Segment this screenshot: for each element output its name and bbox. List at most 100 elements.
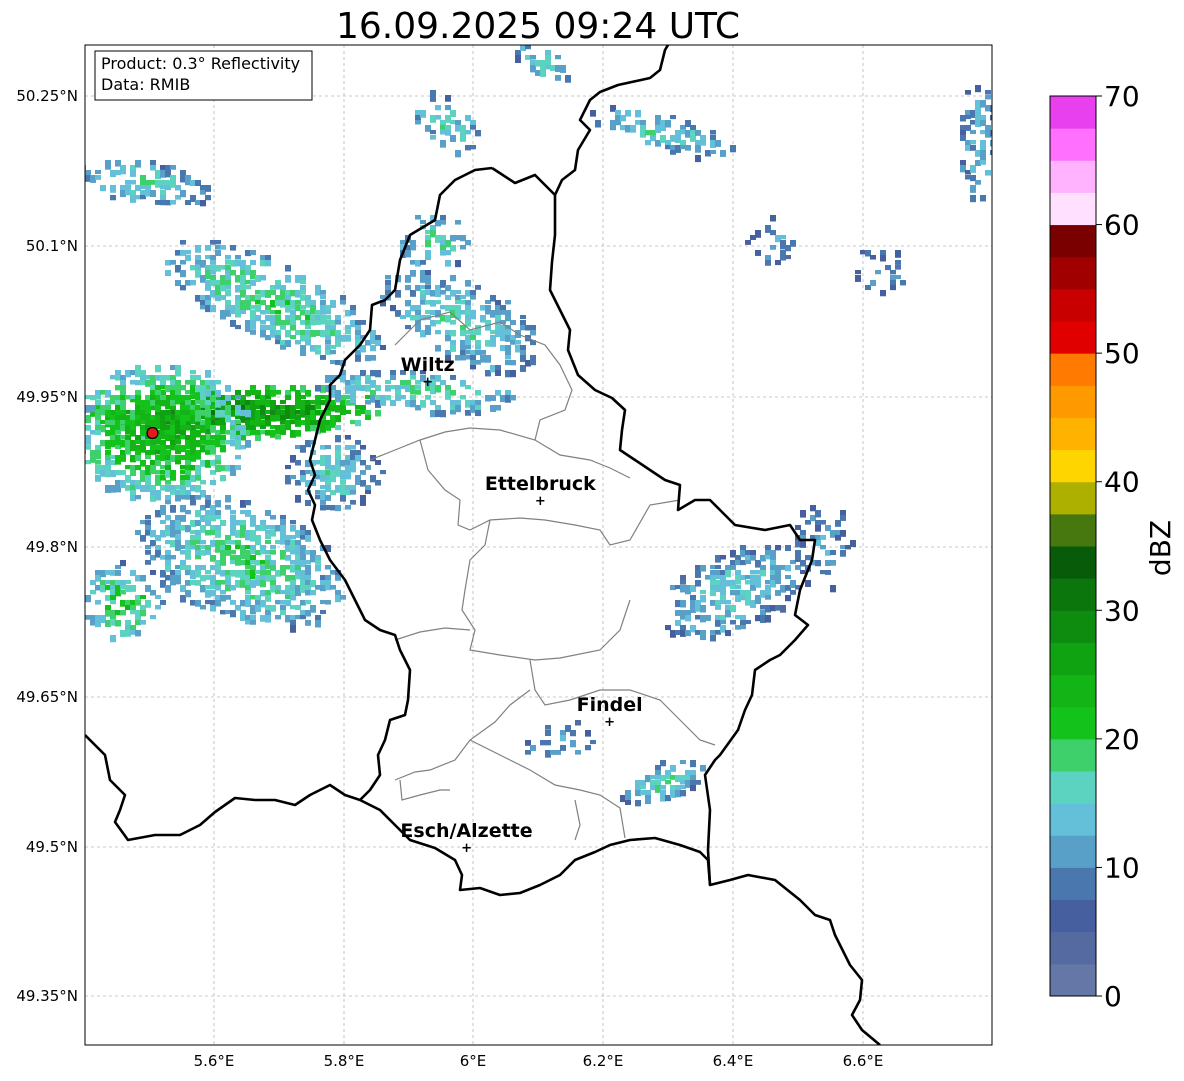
echo-cell [270, 515, 276, 520]
echo-cell [290, 325, 296, 331]
echo-cell [150, 615, 156, 620]
city-marker: + [461, 841, 472, 856]
echo-cell [445, 385, 451, 391]
echo-cell [190, 500, 196, 506]
echo-cell [275, 310, 281, 315]
colorbar-segment [1050, 128, 1096, 161]
echo-cell [360, 445, 366, 450]
colorbar-segment [1050, 224, 1096, 258]
colorbar-segment [1050, 642, 1096, 676]
echo-cell [85, 435, 91, 441]
echo-cell [230, 270, 236, 276]
echo-cell [305, 600, 311, 605]
echo-cell [475, 285, 481, 290]
echo-cell [195, 455, 201, 460]
echo-cell [415, 390, 421, 395]
echo-cell [290, 625, 296, 633]
echo-cell [375, 480, 381, 486]
echo-cell [315, 385, 321, 392]
echo-cell [180, 170, 186, 176]
echo-cell [200, 540, 206, 545]
echo-cell [305, 535, 311, 542]
echo-cell [165, 465, 171, 471]
echo-cell [625, 800, 631, 805]
echo-cell [345, 435, 351, 440]
radar-site-marker [146, 426, 159, 440]
echo-cell [405, 285, 411, 291]
echo-cell [95, 455, 101, 460]
echo-cell [240, 310, 246, 315]
echo-cell [225, 595, 231, 600]
echo-cell [895, 260, 901, 265]
echo-cell [360, 320, 366, 325]
echo-cell [265, 260, 271, 267]
echo-cell [205, 185, 211, 192]
echo-cell [470, 145, 476, 150]
echo-cell [110, 185, 116, 193]
echo-cell [365, 415, 371, 421]
echo-cell [380, 400, 386, 406]
echo-cell [425, 255, 431, 261]
echo-cell [315, 620, 321, 628]
y-tick-label: 50.25°N [16, 87, 78, 105]
y-tick-label: 49.5°N [26, 838, 78, 856]
echo-cell [225, 290, 231, 297]
echo-cell [365, 485, 371, 491]
echo-cell [315, 560, 321, 565]
echo-cell [640, 120, 646, 126]
echo-cell [465, 280, 471, 287]
echo-cell [215, 460, 221, 465]
echo-cell [225, 255, 231, 260]
echo-cell [770, 245, 776, 250]
echo-cell [375, 385, 381, 392]
echo-cell [725, 600, 731, 605]
echo-cell [770, 230, 776, 236]
echo-cell [780, 605, 786, 613]
echo-cell [820, 520, 826, 525]
echo-cell [475, 390, 481, 396]
echo-cell [160, 520, 166, 525]
echo-cell [205, 300, 211, 306]
echo-cell [455, 290, 461, 295]
echo-cell [230, 245, 236, 251]
echo-cell [680, 760, 686, 765]
echo-cell [150, 190, 156, 198]
echo-cell [990, 150, 992, 156]
echo-cell [485, 355, 491, 363]
echo-cell [85, 445, 91, 450]
echo-cell [260, 300, 266, 306]
echo-cell [225, 385, 231, 392]
echo-cell [450, 345, 456, 352]
echo-cell [725, 630, 731, 637]
echo-cell [695, 145, 701, 153]
echo-cell [565, 75, 571, 83]
echo-cell [285, 340, 291, 348]
echo-cell [345, 475, 351, 480]
echo-cell [150, 380, 156, 386]
echo-cell [695, 130, 701, 136]
echo-cell [870, 255, 876, 260]
echo-cell [215, 380, 221, 385]
echo-cell [180, 270, 186, 278]
echo-cell [990, 115, 992, 121]
echo-cell [315, 405, 321, 410]
echo-cell [220, 520, 226, 527]
echo-cell [225, 495, 231, 503]
echo-cell [105, 410, 111, 417]
echo-cell [430, 95, 436, 102]
echo-cell [130, 180, 136, 185]
echo-cell [305, 500, 311, 506]
echo-cell [245, 410, 251, 418]
colorbar-segment [1050, 546, 1096, 579]
echo-cell [120, 455, 126, 462]
echo-cell [320, 355, 326, 360]
echo-cell [765, 590, 771, 596]
echo-cell [900, 280, 906, 286]
echo-cell [790, 240, 796, 247]
echo-cell [145, 185, 151, 190]
echo-cell [465, 240, 471, 246]
echo-cell [315, 615, 321, 621]
echo-cell [635, 110, 641, 118]
echo-cell [695, 155, 701, 163]
echo-cell [545, 725, 551, 730]
